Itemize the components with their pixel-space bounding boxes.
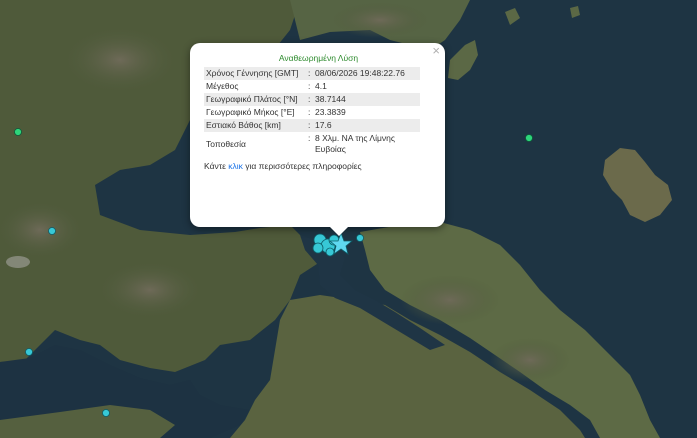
popup-title: Αναθεωρημένη Λύση	[278, 53, 359, 63]
table-row: Εστιακό Βάθος [km] :17.6	[204, 119, 420, 132]
event-popup: × Αναθεωρημένη Λύση Χρόνος Γέννησης [GMT…	[190, 43, 445, 236]
row-label: Τοποθεσία	[206, 138, 246, 149]
earthquake-marker[interactable]	[525, 134, 533, 142]
separator: :	[308, 107, 311, 117]
separator: :	[308, 120, 311, 130]
earthquake-marker[interactable]	[102, 409, 110, 417]
table-row: Μέγεθος :4.1	[204, 80, 420, 93]
row-value: 23.3839	[315, 107, 346, 117]
row-value: 08/06/2026 19:48:22.76	[315, 68, 405, 78]
row-value: 17.6	[315, 120, 332, 130]
earthquake-marker[interactable]	[48, 227, 56, 235]
close-icon[interactable]: ×	[432, 44, 440, 58]
table-row: Χρόνος Γέννησης [GMT] :08/06/2026 19:48:…	[204, 67, 420, 80]
mountain-texture	[400, 275, 500, 325]
row-label: Μέγεθος	[206, 81, 239, 91]
footer-prefix: Κάντε	[204, 161, 229, 171]
mountain-texture	[490, 338, 570, 382]
row-value: 8 Χλμ. ΝΑ της Λίμνης Ευβοίας	[315, 133, 395, 154]
row-label: Γεωγραφικό Πλάτος [°N]	[206, 94, 298, 104]
row-value: 38.7144	[315, 94, 346, 104]
mountain-texture	[95, 260, 205, 320]
row-value: 4.1	[315, 81, 327, 91]
mountain-texture	[330, 2, 430, 38]
table-row: Τοποθεσία :8 Χλμ. ΝΑ της Λίμνης Ευβοίας	[204, 132, 420, 156]
separator: :	[308, 68, 311, 78]
mountain-texture	[60, 25, 180, 95]
separator: :	[308, 133, 311, 143]
more-info-text: Κάντε κλικ για περισσότερες πληροφορίες	[204, 161, 433, 171]
separator: :	[308, 81, 311, 91]
table-row: Γεωγραφικό Πλάτος [°N] :38.7144	[204, 93, 420, 106]
earthquake-marker[interactable]	[25, 348, 33, 356]
event-details-table: Χρόνος Γέννησης [GMT] :08/06/2026 19:48:…	[204, 67, 420, 156]
row-label: Χρόνος Γέννησης [GMT]	[206, 68, 299, 78]
more-info-link[interactable]: κλικ	[228, 161, 243, 171]
earthquake-marker[interactable]	[356, 234, 364, 242]
row-label: Γεωγραφικό Μήκος [°E]	[206, 107, 295, 117]
separator: :	[308, 94, 311, 104]
earthquake-marker[interactable]	[14, 128, 22, 136]
row-label: Εστιακό Βάθος [km]	[206, 120, 281, 130]
table-row: Γεωγραφικό Μήκος [°E] :23.3839	[204, 106, 420, 119]
footer-suffix: για περισσότερες πληροφορίες	[242, 161, 362, 171]
snow-patch	[6, 256, 30, 268]
